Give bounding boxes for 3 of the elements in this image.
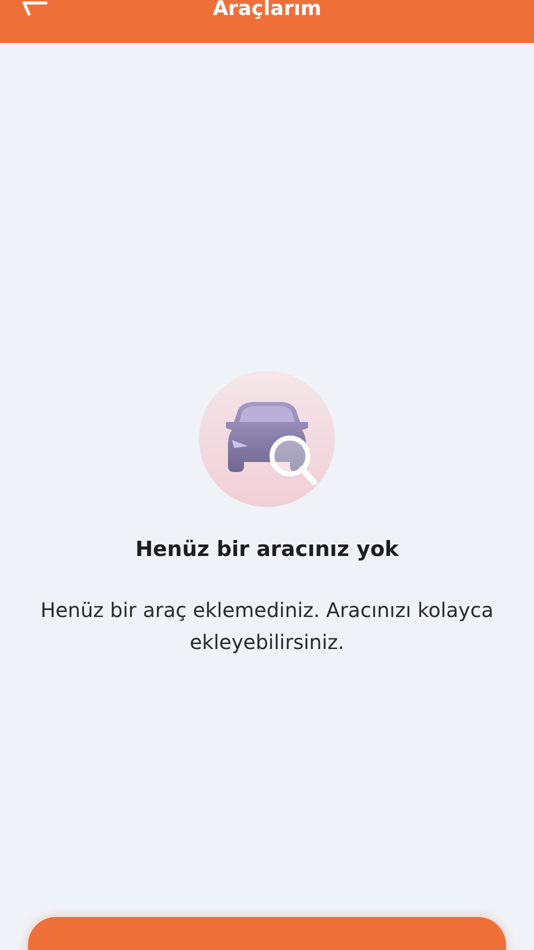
empty-state-title: Henüz bir aracınız yok (135, 536, 399, 563)
empty-state-message: Henüz bir araç eklemediniz. Aracınızı kolayca ekleyebilirsiniz. (39, 597, 495, 656)
page-title: Araçlarım (212, 0, 322, 18)
